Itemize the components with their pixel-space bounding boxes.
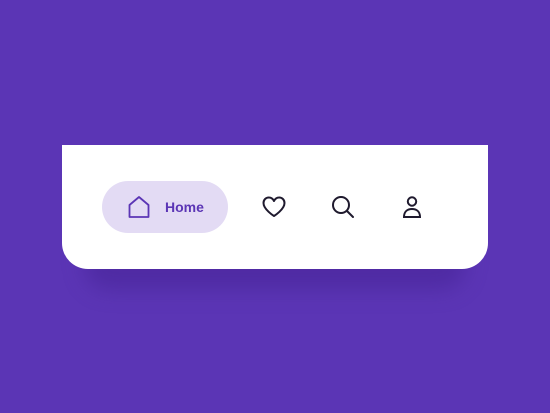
search-icon [332, 196, 354, 218]
bottom-nav-bar: Home [62, 145, 488, 269]
nav-item-search[interactable] [329, 193, 357, 221]
user-icon [402, 196, 422, 218]
nav-item-favorites[interactable] [260, 193, 288, 221]
heart-icon [262, 196, 286, 217]
nav-item-profile[interactable] [398, 193, 426, 221]
nav-item-home[interactable]: Home [102, 181, 228, 233]
nav-item-home-label: Home [165, 199, 204, 215]
home-icon [128, 196, 150, 218]
